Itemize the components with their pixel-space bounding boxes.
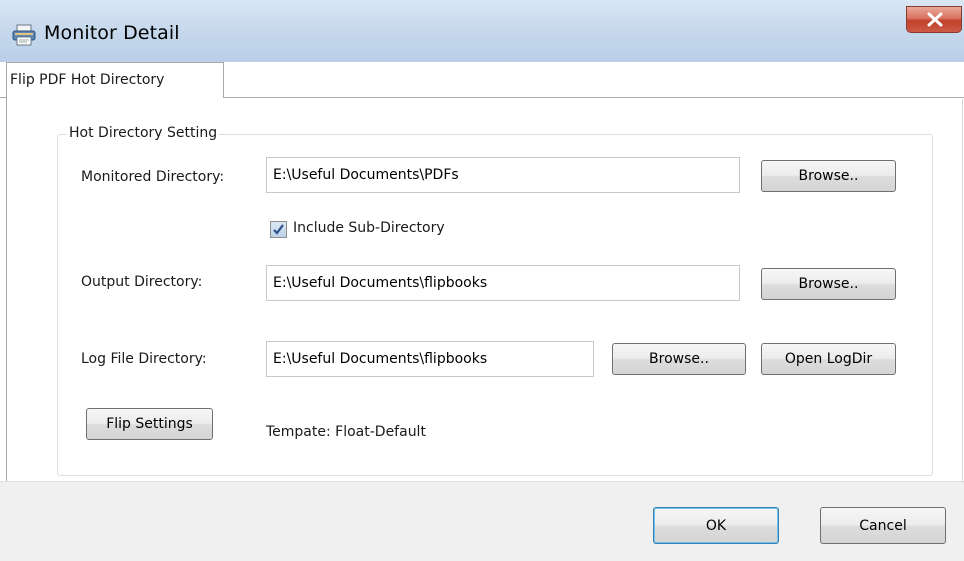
template-text: Tempate: Float-Default: [266, 424, 426, 440]
cancel-button[interactable]: Cancel: [820, 507, 946, 544]
tab-panel-border: [6, 97, 7, 481]
output-directory-label: Output Directory:: [81, 274, 203, 290]
printer-icon: [12, 24, 36, 46]
close-button[interactable]: [906, 6, 962, 33]
tab-panel-border: [962, 97, 963, 481]
close-icon: [927, 12, 943, 27]
log-file-directory-label: Log File Directory:: [81, 351, 207, 367]
checkmark-icon: [273, 224, 284, 235]
monitored-directory-label: Monitored Directory:: [81, 169, 225, 185]
monitored-directory-input[interactable]: [266, 157, 740, 193]
tab-flip-pdf-hot-directory[interactable]: Flip PDF Hot Directory: [6, 62, 224, 98]
log-browse-button[interactable]: Browse..: [612, 343, 746, 375]
open-logdir-button[interactable]: Open LogDir: [761, 343, 896, 375]
flip-settings-button[interactable]: Flip Settings: [86, 408, 213, 440]
title-bar[interactable]: Monitor Detail: [0, 0, 964, 62]
include-subdirectory-label[interactable]: Include Sub-Directory: [293, 220, 445, 236]
include-subdirectory-checkbox[interactable]: [270, 221, 287, 238]
ok-button[interactable]: OK: [653, 507, 779, 544]
output-directory-input[interactable]: [266, 265, 740, 301]
tab-label: Flip PDF Hot Directory: [10, 72, 165, 88]
groupbox-title: Hot Directory Setting: [67, 125, 220, 141]
log-file-directory-input[interactable]: [266, 341, 594, 377]
output-browse-button[interactable]: Browse..: [761, 268, 896, 300]
window-title: Monitor Detail: [44, 22, 180, 44]
monitored-browse-button[interactable]: Browse..: [761, 160, 896, 192]
